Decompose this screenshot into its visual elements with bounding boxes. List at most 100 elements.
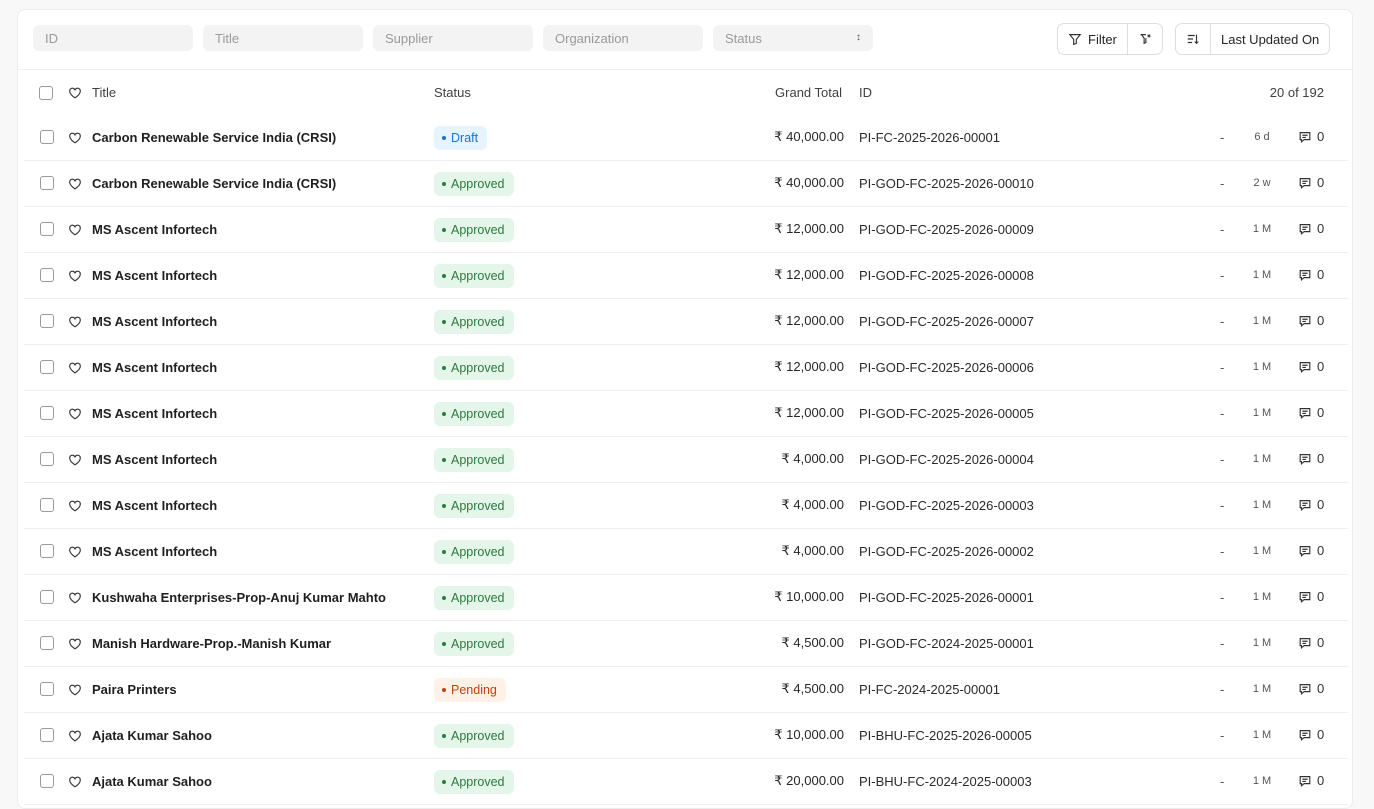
table-row[interactable]: Kushwaha Enterprises-Prop-Anuj Kumar Mah… [24,575,1348,621]
heart-icon[interactable] [68,591,82,605]
row-title[interactable]: MS Ascent Infortech [92,452,217,467]
heart-icon[interactable] [68,407,82,421]
row-checkbox[interactable] [40,590,54,604]
row-checkbox[interactable] [40,314,54,328]
table-row[interactable]: MS Ascent Infortech Approved ₹ 12,000.00… [24,345,1348,391]
row-title[interactable]: Kushwaha Enterprises-Prop-Anuj Kumar Mah… [92,590,386,605]
row-comments[interactable]: 0 [1298,497,1324,512]
row-comments[interactable]: 0 [1298,727,1324,742]
organization-filter-input[interactable] [543,25,703,51]
select-all-checkbox[interactable] [39,86,53,100]
row-comments[interactable]: 0 [1298,175,1324,190]
table-row[interactable]: Carbon Renewable Service India (CRSI) Ap… [24,161,1348,207]
heart-icon[interactable] [68,729,82,743]
status-dot [442,182,446,186]
table-row[interactable]: MS Ascent Infortech Approved ₹ 12,000.00… [24,391,1348,437]
row-comments[interactable]: 0 [1298,313,1324,328]
row-comments[interactable]: 0 [1298,129,1324,144]
row-title[interactable]: MS Ascent Infortech [92,406,217,421]
status-filter-select[interactable]: Status ↕ [713,25,873,51]
row-comments[interactable]: 0 [1298,451,1324,466]
table-row[interactable]: MS Ascent Infortech Approved ₹ 12,000.00… [24,299,1348,345]
row-title[interactable]: MS Ascent Infortech [92,222,217,237]
table-row[interactable]: MS Ascent Infortech Approved ₹ 12,000.00… [24,207,1348,253]
row-title[interactable]: Manish Hardware-Prop.-Manish Kumar [92,636,331,651]
row-title[interactable]: Ajata Kumar Sahoo [92,728,212,743]
row-checkbox[interactable] [40,130,54,144]
row-checkbox[interactable] [40,498,54,512]
status-badge: Approved [434,586,514,610]
heart-icon[interactable] [68,453,82,467]
row-comments[interactable]: 0 [1298,405,1324,420]
heart-icon[interactable] [68,131,82,145]
row-title[interactable]: MS Ascent Infortech [92,544,217,559]
comment-icon [1299,591,1311,603]
row-checkbox[interactable] [40,774,54,788]
row-comments[interactable]: 0 [1298,681,1324,696]
row-checkbox[interactable] [40,360,54,374]
row-checkbox[interactable] [40,728,54,742]
column-header-title[interactable]: Title [92,85,116,100]
sort-direction-button[interactable] [1176,24,1210,54]
column-header-id[interactable]: ID [859,85,872,100]
table-row[interactable]: Paira Printers Pending ₹ 4,500.00 PI-FC-… [24,667,1348,713]
row-checkbox[interactable] [40,682,54,696]
row-checkbox[interactable] [40,268,54,282]
table-row[interactable]: MS Ascent Infortech Approved ₹ 4,000.00 … [24,437,1348,483]
row-checkbox[interactable] [40,452,54,466]
heart-icon[interactable] [68,637,82,651]
heart-icon[interactable] [68,315,82,329]
row-checkbox[interactable] [40,176,54,190]
row-checkbox[interactable] [40,636,54,650]
heart-icon[interactable] [68,683,82,697]
table-row[interactable]: MS Ascent Infortech Approved ₹ 4,000.00 … [24,529,1348,575]
table-row[interactable]: Ajata Kumar Sahoo Approved ₹ 10,000.00 P… [24,713,1348,759]
heart-icon[interactable] [68,361,82,375]
row-title[interactable]: MS Ascent Infortech [92,314,217,329]
row-title[interactable]: Ajata Kumar Sahoo [92,774,212,789]
row-comments[interactable]: 0 [1298,543,1324,558]
title-filter-input[interactable] [203,25,363,51]
row-title[interactable]: MS Ascent Infortech [92,268,217,283]
clear-filter-button[interactable] [1126,24,1162,54]
column-header-status[interactable]: Status [434,85,471,100]
status-badge-label: Approved [451,729,505,743]
status-badge-label: Approved [451,775,505,789]
row-grand-total: ₹ 4,000.00 [781,543,845,558]
row-comments[interactable]: 0 [1298,635,1324,650]
row-checkbox[interactable] [40,406,54,420]
table-row[interactable]: Carbon Renewable Service India (CRSI) Dr… [24,115,1348,161]
column-header-grand-total[interactable]: Grand Total [775,85,842,100]
status-badge-label: Approved [451,269,505,283]
row-checkbox[interactable] [40,544,54,558]
row-comments[interactable]: 0 [1298,267,1324,282]
row-title[interactable]: Paira Printers [92,682,177,697]
row-title[interactable]: Carbon Renewable Service India (CRSI) [92,130,336,145]
row-comments[interactable]: 0 [1298,359,1324,374]
row-checkbox[interactable] [40,222,54,236]
id-filter-input[interactable] [33,25,193,51]
heart-icon[interactable] [68,775,82,789]
heart-icon[interactable] [68,499,82,513]
row-comments[interactable]: 0 [1298,221,1324,236]
row-updated-ago: 1 M [1252,775,1272,787]
row-comments[interactable]: 0 [1298,773,1324,788]
table-row[interactable]: Manish Hardware-Prop.-Manish Kumar Appro… [24,621,1348,667]
heart-icon[interactable] [68,269,82,283]
heart-icon[interactable] [68,545,82,559]
table-row[interactable]: MS Ascent Infortech Approved ₹ 12,000.00… [24,253,1348,299]
heart-icon[interactable] [68,223,82,237]
table-row[interactable]: Ajata Kumar Sahoo Approved ₹ 20,000.00 P… [24,759,1348,805]
row-comments[interactable]: 0 [1298,589,1324,604]
filter-button[interactable]: Filter [1058,24,1127,54]
sort-field-button[interactable]: Last Updated On [1210,24,1329,54]
heart-icon[interactable] [68,86,82,100]
table-row[interactable]: MS Ascent Infortech Approved ₹ 4,000.00 … [24,483,1348,529]
row-title[interactable]: MS Ascent Infortech [92,498,217,513]
row-dash: - [1220,360,1225,375]
row-title[interactable]: MS Ascent Infortech [92,360,217,375]
row-grand-total: ₹ 4,500.00 [781,635,845,650]
heart-icon[interactable] [68,177,82,191]
row-title[interactable]: Carbon Renewable Service India (CRSI) [92,176,336,191]
supplier-filter-input[interactable] [373,25,533,51]
